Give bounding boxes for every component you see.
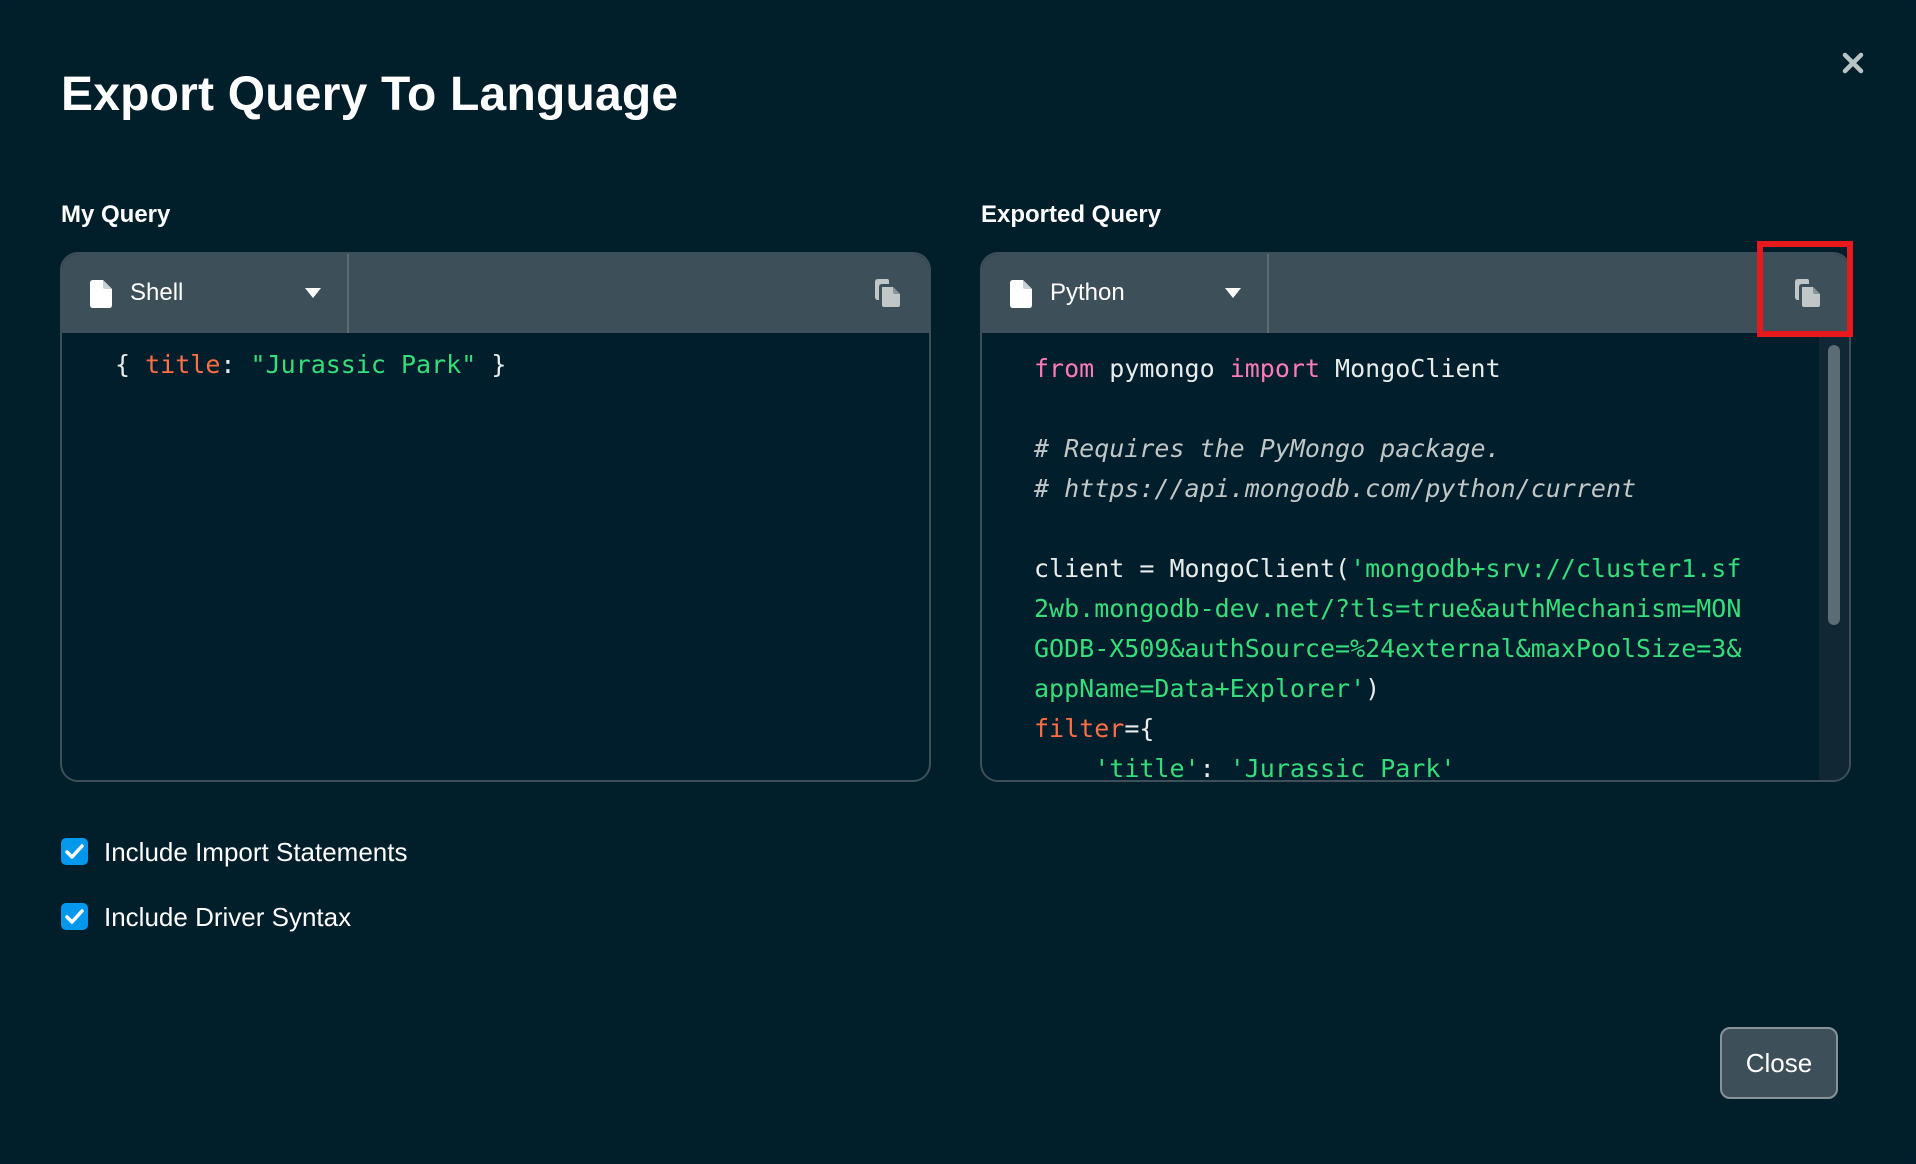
code-line: appName=Data+Explorer') [1034, 669, 1849, 709]
dialog-title: Export Query To Language [61, 68, 679, 121]
exported-query-code-editor[interactable]: from pymongo import MongoClient # Requir… [982, 335, 1849, 780]
file-icon [1010, 280, 1032, 308]
code-token: ) [1365, 674, 1381, 703]
code-token: appName=Data+Explorer' [1034, 674, 1366, 703]
code-token: import [1229, 354, 1320, 383]
code-token: client = MongoClient( [1034, 554, 1351, 583]
exported-query-panel: Python from pymongo import MongoClient #… [980, 252, 1851, 782]
copy-icon[interactable] [1791, 276, 1825, 310]
code-token: # Requires the PyMongo package. [1034, 434, 1501, 463]
my-query-code-editor[interactable]: { title: "Jurassic Park" } [62, 335, 929, 780]
code-token: pymongo [1094, 354, 1230, 383]
code-line: 'title': 'Jurassic Park' [1034, 749, 1849, 780]
code-token: 'Jurassic Park' [1229, 754, 1456, 780]
code-line: 2wb.mongodb-dev.net/?tls=true&authMechan… [1034, 589, 1849, 629]
export-query-modal: Export Query To Language My Query Shell … [0, 0, 1916, 1164]
code-token: title [145, 350, 221, 379]
code-line: client = MongoClient('mongodb+srv://clus… [1034, 549, 1849, 589]
code-token: : [220, 350, 251, 379]
code-token: ={ [1124, 714, 1155, 743]
my-query-panel: Shell { title: "Jurassic Park" } [60, 252, 931, 782]
exported-query-language-label: Python [1050, 279, 1125, 306]
check-icon [65, 909, 84, 924]
checkbox-checked[interactable] [61, 838, 88, 865]
exported-query-label: Exported Query [981, 201, 1162, 228]
code-line: filter={ [1034, 709, 1849, 749]
code-token: GODB-X509&authSource=%24external&maxPool… [1034, 634, 1742, 663]
close-button[interactable]: Close [1720, 1027, 1838, 1099]
caret-down-icon [305, 288, 321, 298]
code-token: 'mongodb+srv://cluster1.sf [1350, 554, 1742, 583]
code-line: GODB-X509&authSource=%24external&maxPool… [1034, 629, 1849, 669]
my-query-language-label: Shell [130, 279, 184, 306]
code-token: 'title' [1094, 754, 1200, 780]
include-import-statements-label: Include Import Statements [104, 837, 408, 867]
caret-down-icon [1225, 288, 1241, 298]
my-query-label: My Query [61, 201, 171, 228]
code-token: } [476, 350, 507, 379]
file-icon [90, 280, 112, 308]
exported-query-scrollbar[interactable] [1819, 335, 1849, 780]
code-token: { [115, 350, 146, 379]
exported-query-toolbar: Python [982, 254, 1849, 333]
code-token: : [1199, 754, 1230, 780]
code-token: MongoClient [1320, 354, 1501, 383]
checkbox-checked[interactable] [61, 903, 88, 930]
include-driver-syntax-label: Include Driver Syntax [104, 902, 352, 932]
code-line: from pymongo import MongoClient [1034, 349, 1849, 389]
my-query-language-select[interactable]: Shell [62, 254, 349, 333]
code-line: # Requires the PyMongo package. [1034, 429, 1849, 469]
close-x-icon[interactable] [1836, 46, 1870, 80]
code-token: 2wb.mongodb-dev.net/?tls=true&authMechan… [1034, 594, 1742, 623]
code-token: filter [1034, 714, 1125, 743]
code-token: "Jurassic Park" [250, 350, 477, 379]
copy-icon[interactable] [871, 276, 905, 310]
check-icon [65, 844, 84, 859]
my-query-toolbar: Shell [62, 254, 929, 333]
exported-query-language-select[interactable]: Python [982, 254, 1269, 333]
code-line: # https://api.mongodb.com/python/current [1034, 469, 1849, 509]
code-line: { title: "Jurassic Park" } [115, 345, 929, 385]
code-token: from [1034, 354, 1095, 383]
scrollbar-thumb[interactable] [1828, 345, 1840, 625]
code-token: # https://api.mongodb.com/python/current [1034, 474, 1637, 503]
